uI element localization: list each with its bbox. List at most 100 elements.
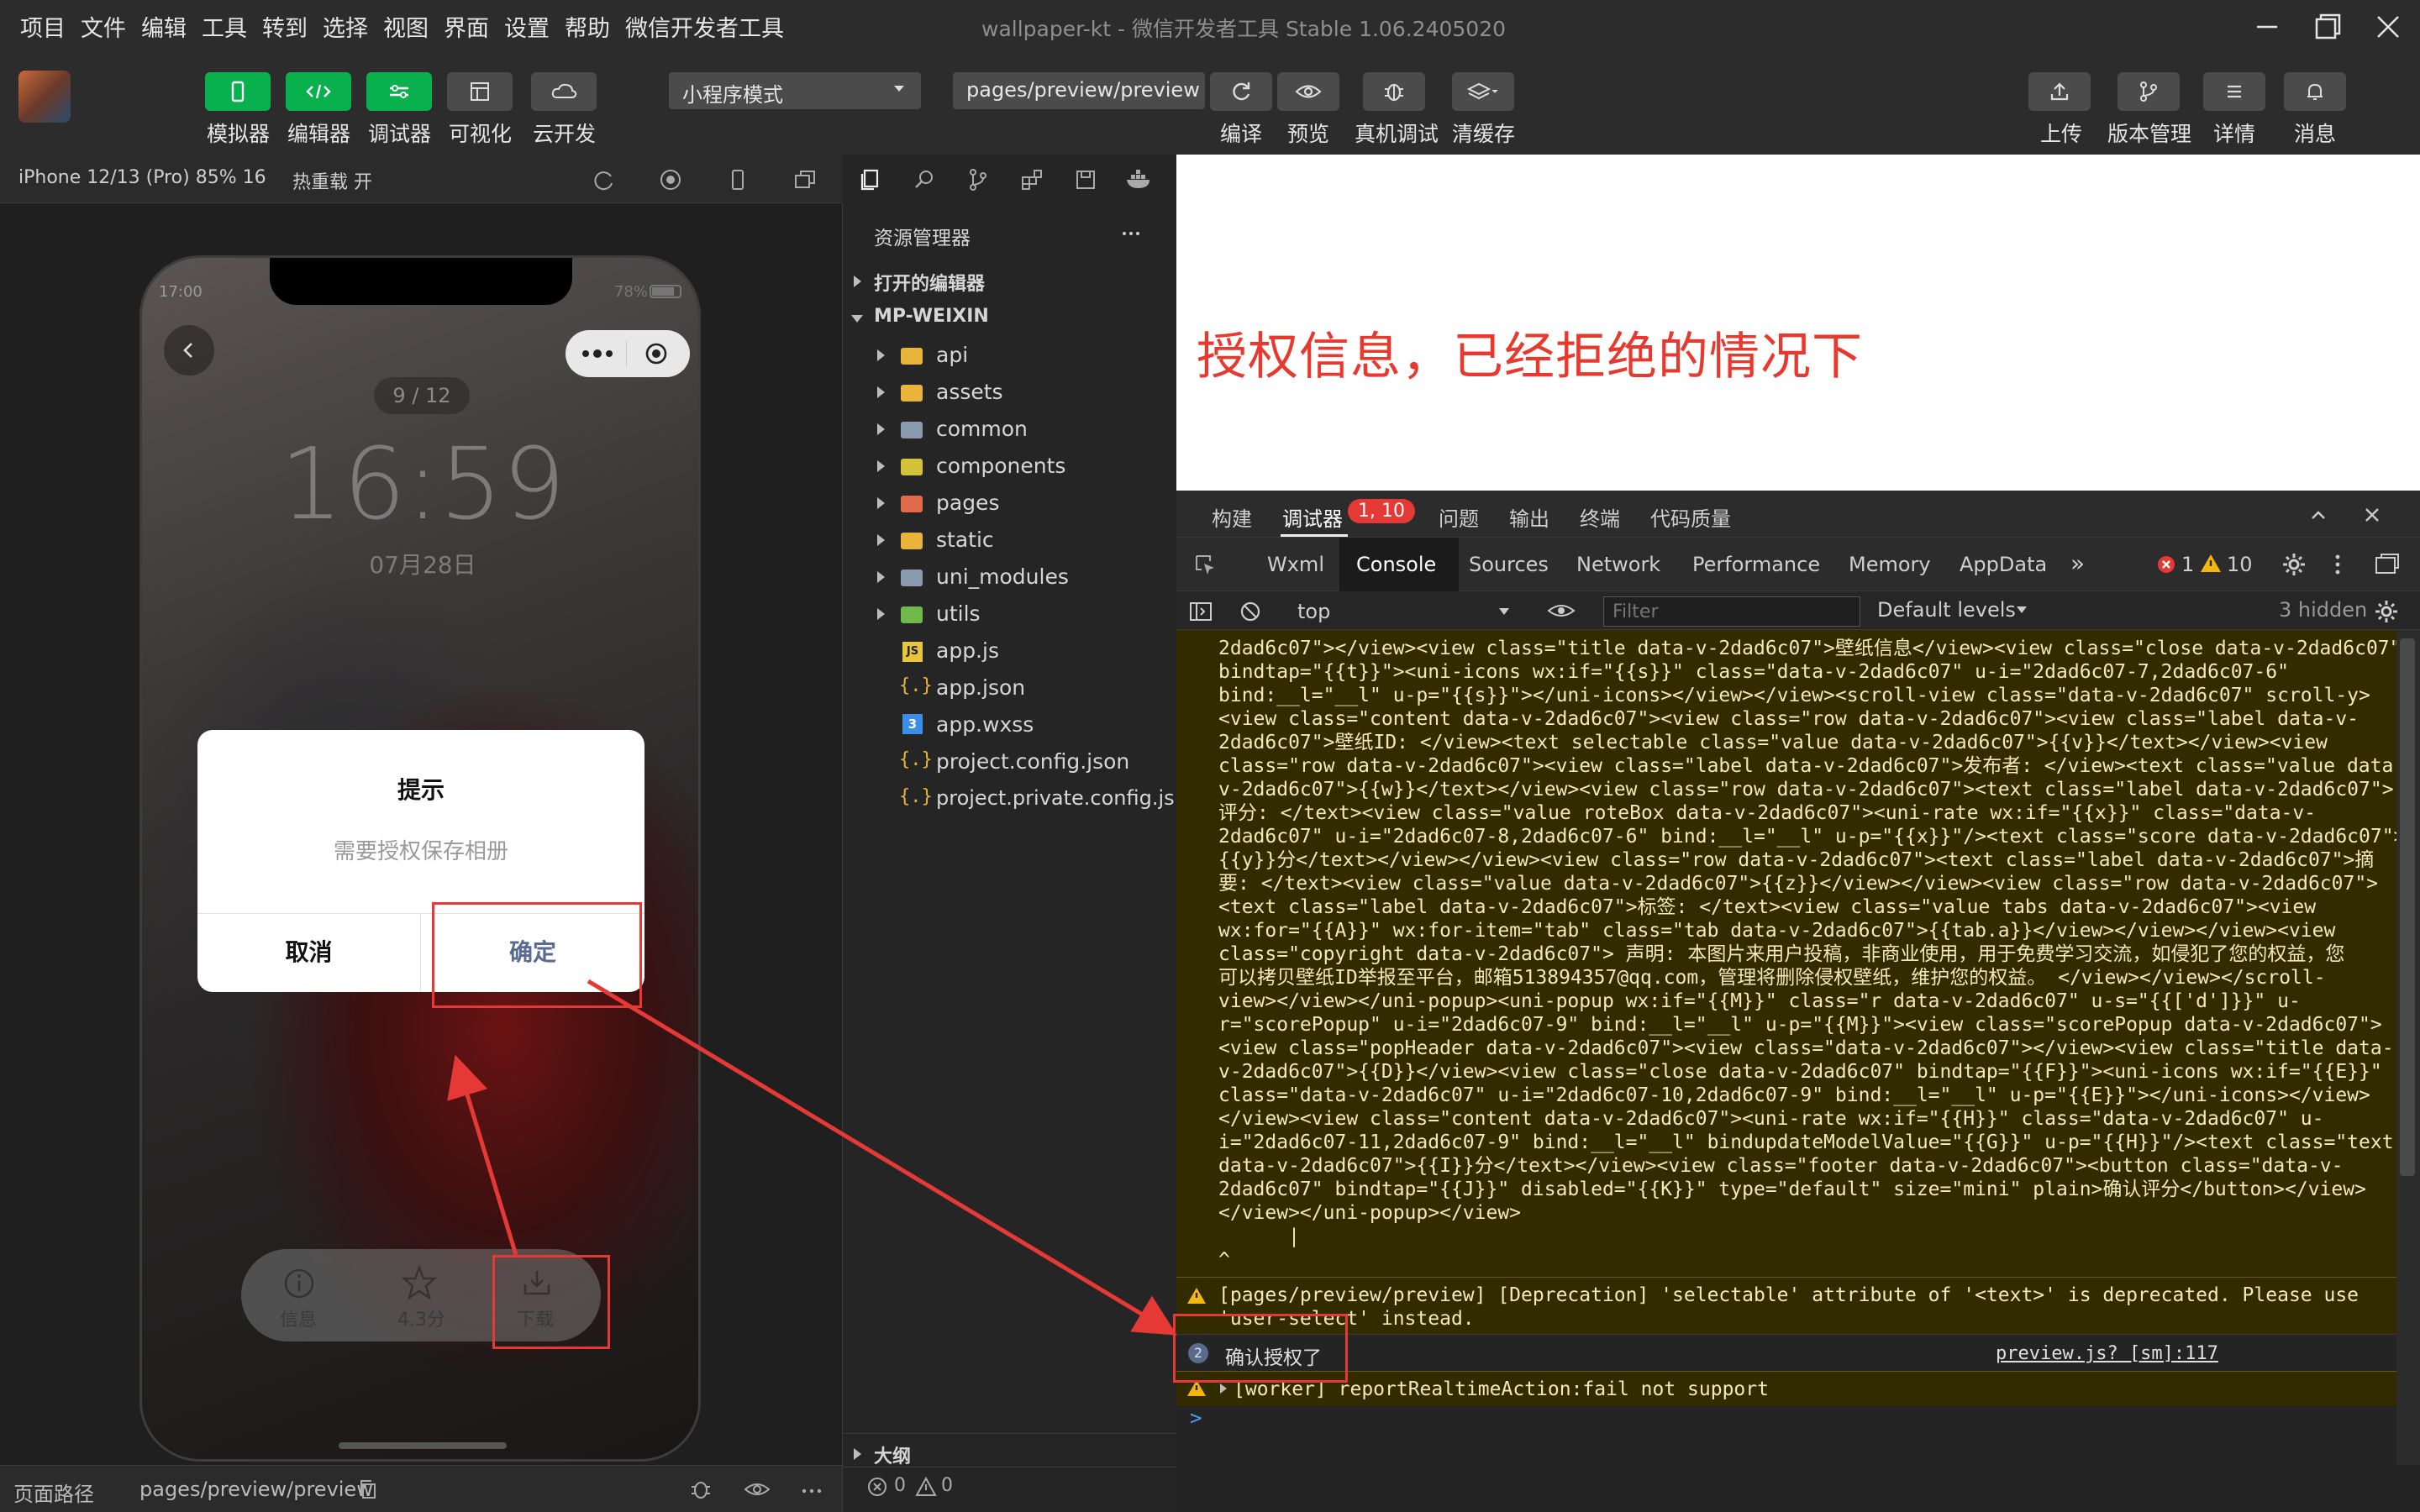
console-filter-input[interactable] (1603, 596, 1860, 627)
outline-section[interactable]: 大纲 (874, 1441, 911, 1468)
close-icon[interactable] (2360, 502, 2385, 528)
record-icon[interactable] (657, 166, 684, 193)
capsule-menu[interactable] (566, 330, 690, 377)
simulator-toggle-button[interactable] (205, 72, 271, 111)
dock-icon[interactable] (2373, 551, 2402, 578)
tab-debugger[interactable]: 调试器 (1282, 502, 1343, 532)
mode-select[interactable]: 小程序模式 (669, 72, 921, 109)
search-icon[interactable] (911, 166, 938, 193)
annotation-text: 授权信息，已经拒绝的情况下 (1197, 328, 1863, 386)
chevron-up-icon[interactable] (2306, 502, 2331, 528)
copy-icon[interactable] (356, 1478, 380, 1501)
visual-toggle-button[interactable] (447, 72, 513, 111)
page-path-label[interactable]: 页面路径 (13, 1478, 94, 1507)
restore-icon[interactable] (2309, 8, 2346, 45)
menu-item-edit[interactable]: 编辑 (141, 10, 187, 43)
star-icon[interactable] (401, 1264, 438, 1301)
more-icon[interactable] (1118, 222, 1144, 245)
upload-button[interactable] (2028, 72, 2091, 111)
docker-icon[interactable] (1124, 166, 1155, 193)
tab-sources[interactable]: Sources (1469, 553, 1549, 576)
menu-item-select[interactable]: 选择 (323, 10, 368, 43)
sidebar-toggle-icon[interactable] (1188, 600, 1213, 623)
menu-item-project[interactable]: 项目 (20, 10, 66, 43)
cloud-dev-button[interactable] (531, 72, 597, 111)
context-select[interactable]: top (1289, 595, 1516, 627)
eye-icon[interactable] (1546, 598, 1576, 623)
tab-memory[interactable]: Memory (1849, 553, 1931, 576)
files-icon[interactable] (857, 166, 884, 193)
tab-appdata[interactable]: AppData (1960, 553, 2047, 576)
tab-network[interactable]: Network (1576, 553, 1660, 576)
details-button[interactable] (2203, 72, 2265, 111)
kebab-menu-icon[interactable] (2329, 551, 2346, 578)
tab-output[interactable]: 输出 (1509, 502, 1549, 532)
dialog-cancel-button[interactable]: 取消 (197, 913, 420, 992)
extensions-icon[interactable] (1018, 166, 1045, 193)
device-icon[interactable] (724, 166, 751, 193)
menu-item-goto[interactable]: 转到 (262, 10, 308, 43)
save-icon[interactable] (1072, 166, 1099, 193)
tab-code-quality[interactable]: 代码质量 (1650, 502, 1731, 532)
eye-icon[interactable] (743, 1476, 771, 1503)
more-icon[interactable] (798, 1476, 825, 1503)
tab-problems[interactable]: 问题 (1439, 502, 1479, 532)
page-select[interactable]: pages/preview/preview (953, 72, 1205, 109)
tab-console[interactable]: Console (1356, 553, 1436, 576)
menu-item-wechat-devtools[interactable]: 微信开发者工具 (625, 10, 784, 43)
devtools-top-tabs: 构建 调试器 1, 10 问题 输出 终端 代码质量 (1176, 491, 2420, 538)
inspect-icon[interactable] (1192, 551, 1218, 578)
tab-terminal[interactable]: 终端 (1580, 502, 1620, 532)
menu-item-file[interactable]: 文件 (81, 10, 126, 43)
close-icon[interactable] (2370, 8, 2407, 45)
minimize-icon[interactable] (2249, 8, 2286, 45)
clear-console-icon[interactable] (1239, 600, 1262, 623)
preview-button[interactable] (1277, 72, 1339, 111)
gear-icon[interactable] (2281, 551, 2307, 578)
gear-icon[interactable] (2373, 598, 2400, 625)
warning-icon[interactable] (2200, 553, 2222, 575)
version-button[interactable] (2118, 72, 2180, 111)
messages-button[interactable] (2284, 72, 2346, 111)
log-levels-select[interactable]: Default levels (1877, 598, 2016, 622)
info-icon[interactable] (281, 1266, 317, 1301)
more-dots-icon[interactable] (579, 345, 618, 362)
real-device-debug-button[interactable] (1363, 72, 1425, 111)
device-select[interactable]: iPhone 12/13 (Pro) 85% 16 (18, 167, 266, 188)
menu-item-help[interactable]: 帮助 (565, 10, 610, 43)
error-icon[interactable] (2156, 554, 2176, 575)
mode-select-value: 小程序模式 (682, 83, 783, 107)
popout-icon[interactable] (792, 166, 818, 193)
expand-triangle-icon[interactable] (1220, 1383, 1227, 1394)
bug-icon[interactable] (687, 1476, 714, 1503)
menu-item-settings[interactable]: 设置 (504, 10, 550, 43)
menu-item-tools[interactable]: 工具 (202, 10, 247, 43)
debugger-toggle-button[interactable] (366, 72, 432, 111)
console-scroll-thumb[interactable] (2400, 638, 2415, 1176)
editor-toggle-button[interactable] (286, 72, 351, 111)
chevron-right-icon (854, 1448, 861, 1460)
project-section[interactable]: MP-WEIXIN (874, 306, 989, 327)
open-editors-section[interactable]: 打开的编辑器 (874, 269, 985, 296)
avatar[interactable] (18, 71, 71, 123)
warning-icon[interactable] (914, 1475, 938, 1499)
context-select-value: top (1297, 600, 1331, 623)
console-prompt[interactable]: > (1176, 1406, 2396, 1465)
rotate-icon[interactable] (590, 166, 617, 193)
source-control-icon[interactable] (965, 166, 992, 193)
source-link[interactable]: preview.js? [sm]:117 (1996, 1343, 2218, 1364)
tab-performance[interactable]: Performance (1692, 553, 1820, 576)
tab-wxml[interactable]: Wxml (1267, 553, 1324, 576)
page-select-value: pages/preview/preview (966, 78, 1200, 102)
hot-reload-toggle[interactable]: 热重载 开 (292, 167, 372, 194)
menu-item-view[interactable]: 视图 (383, 10, 429, 43)
menu-item-interface[interactable]: 界面 (444, 10, 489, 43)
tab-build[interactable]: 构建 (1212, 502, 1252, 532)
compile-button[interactable] (1210, 72, 1272, 111)
more-tabs-icon[interactable]: » (2070, 549, 2085, 577)
close-miniprogram-icon[interactable] (643, 340, 670, 367)
back-button[interactable] (164, 325, 214, 375)
clear-cache-button[interactable] (1452, 72, 1514, 111)
console-log-text: 2dad6c07"></view><view class="title data… (1218, 638, 2396, 1271)
error-icon[interactable] (865, 1475, 889, 1499)
